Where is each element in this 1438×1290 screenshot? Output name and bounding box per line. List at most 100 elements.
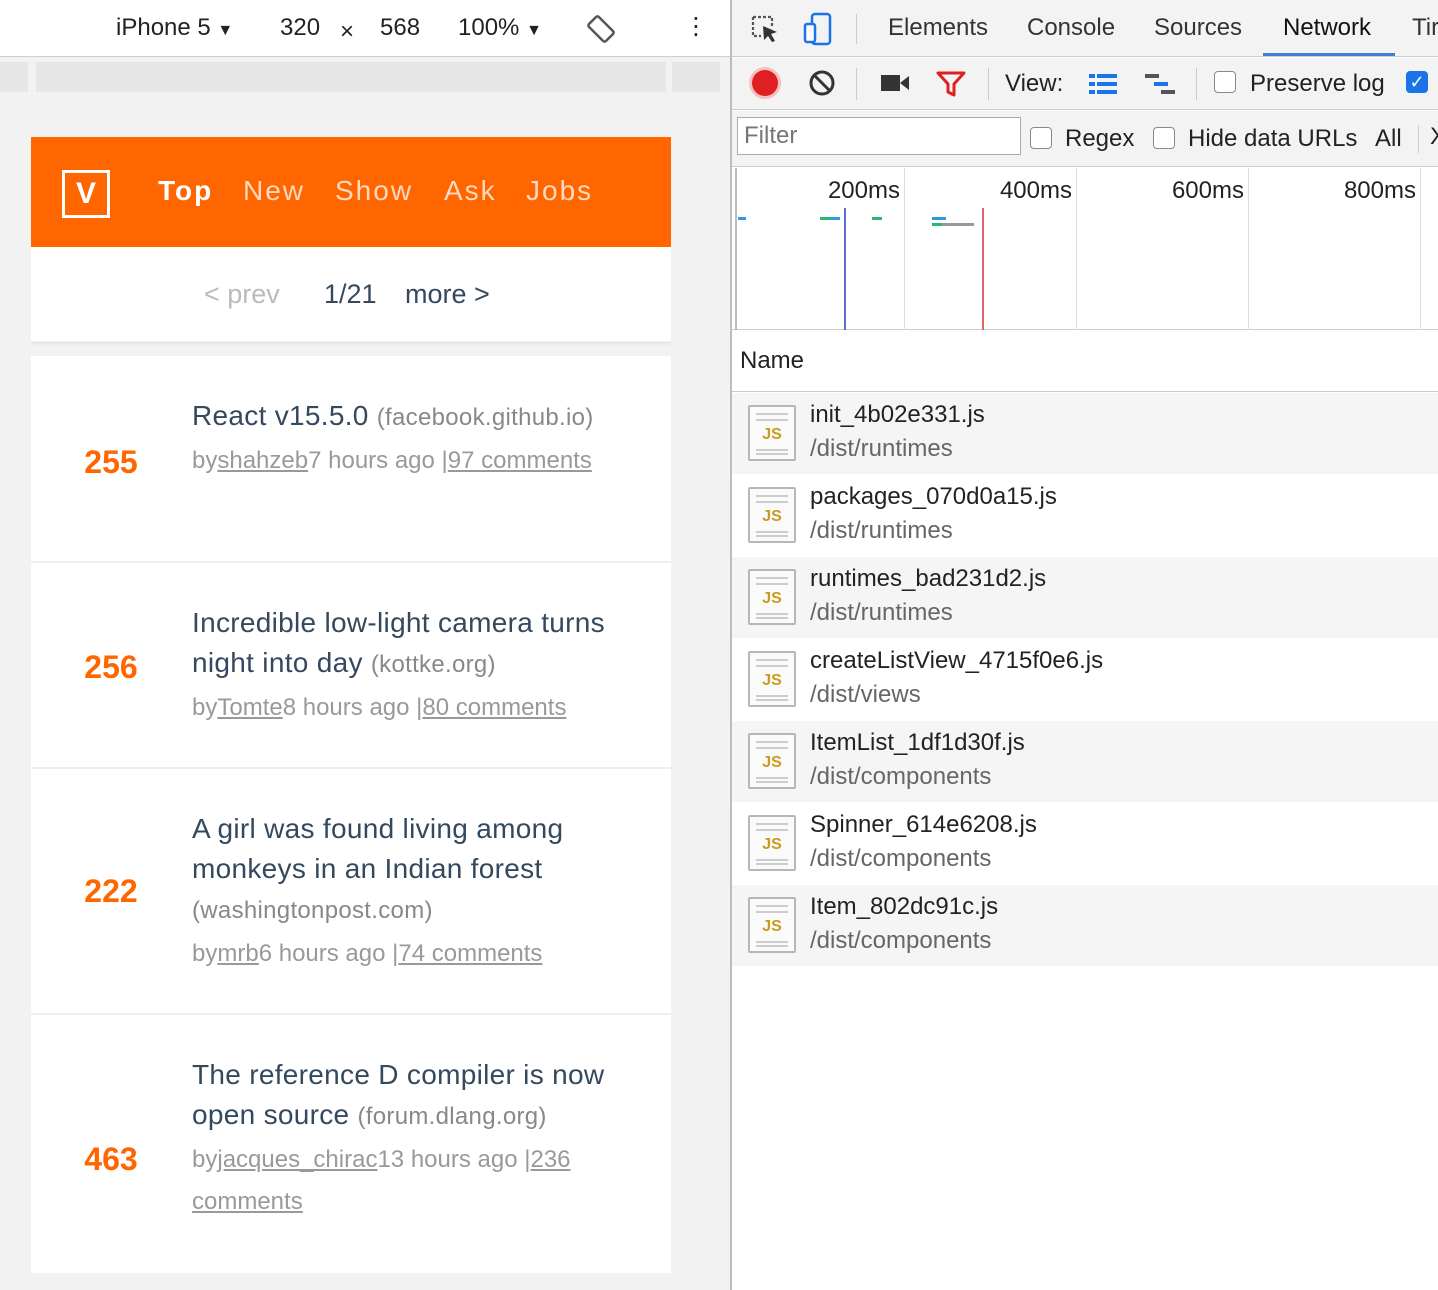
request-name: Item_802dc91c.js	[810, 893, 999, 920]
large-rows-icon[interactable]	[1088, 72, 1118, 103]
item-score: 255	[84, 444, 138, 480]
record-icon[interactable]	[752, 70, 778, 96]
js-file-label: JS	[762, 672, 782, 689]
disable-cache-checkbox[interactable]: ✓	[1406, 71, 1428, 93]
emulated-viewport: V Top New Show Ask Jobs < prev 1/21 more…	[31, 137, 671, 1273]
request-row[interactable]: JS packages_070d0a15.js /dist/runtimes	[732, 475, 1438, 557]
js-file-icon: JS	[748, 405, 796, 461]
item-comments[interactable]: 80 comments	[422, 694, 566, 721]
zoom-select[interactable]: 100% ▼	[458, 14, 542, 42]
dom-content-loaded-marker	[844, 208, 846, 330]
request-row[interactable]: JS init_4b02e331.js /dist/runtimes	[732, 393, 1438, 475]
network-overview-timeline: 200ms 400ms 600ms 800ms	[732, 168, 1438, 330]
prev-link[interactable]: < prev	[204, 279, 280, 310]
item-user[interactable]: jacques_chirac	[217, 1146, 377, 1173]
request-row[interactable]: JS runtimes_bad231d2.js /dist/runtimes	[732, 557, 1438, 639]
nav-show[interactable]: Show	[335, 175, 413, 207]
item-user[interactable]: Tomte	[217, 694, 282, 721]
device-toolbar: iPhone 5 ▼ 320 × 568 100% ▼ ⋮	[0, 0, 730, 57]
device-select[interactable]: iPhone 5 ▼	[116, 14, 233, 42]
tab-timeline[interactable]: Tir	[1412, 14, 1438, 42]
divider	[1418, 125, 1419, 153]
js-file-icon: JS	[748, 569, 796, 625]
request-row[interactable]: JS Spinner_614e6208.js /dist/components	[732, 803, 1438, 885]
item-meta: byshahzeb7 hours ago |97 comments	[192, 440, 622, 482]
site-logo[interactable]: V	[62, 170, 110, 218]
request-row[interactable]: JS Item_802dc91c.js /dist/components	[732, 885, 1438, 967]
timeline-tick-label: 600ms	[1171, 177, 1244, 204]
item-title-line: A girl was found living among monkeys in…	[192, 809, 622, 931]
inspect-element-icon[interactable]	[750, 14, 780, 49]
filter-type-xhr[interactable]: X	[1430, 123, 1438, 151]
preserve-log-checkbox[interactable]	[1214, 71, 1236, 93]
item-user[interactable]: shahzeb	[217, 447, 308, 474]
js-file-icon: JS	[748, 815, 796, 871]
clear-icon[interactable]	[808, 69, 836, 104]
device-toolbar-icon[interactable]	[802, 12, 836, 51]
js-file-label: JS	[762, 590, 782, 607]
hide-data-urls-label: Hide data URLs	[1188, 125, 1358, 152]
tab-sources[interactable]: Sources	[1154, 14, 1242, 42]
item-body: The reference D compiler is now open sou…	[192, 1055, 622, 1223]
item-title[interactable]: React v15.5.0	[192, 400, 369, 431]
height-input[interactable]: 568	[380, 14, 420, 42]
news-item: 255 React v15.5.0 (facebook.github.io) b…	[31, 356, 671, 563]
nav-ask[interactable]: Ask	[444, 175, 497, 207]
tab-console[interactable]: Console	[1027, 14, 1115, 42]
item-user[interactable]: mrb	[217, 940, 258, 967]
device-name: iPhone 5	[116, 14, 211, 41]
item-comments[interactable]: 97 comments	[448, 447, 592, 474]
request-path: /dist/components	[810, 845, 992, 872]
name-column-header[interactable]: Name	[732, 331, 1438, 392]
item-time: 7 hours ago |	[308, 447, 448, 474]
active-tab-indicator	[1263, 53, 1395, 56]
nav-new[interactable]: New	[243, 175, 305, 207]
ruler-segment[interactable]	[36, 62, 666, 92]
ruler-segment[interactable]	[0, 62, 28, 92]
item-host: (facebook.github.io)	[376, 404, 594, 431]
request-row[interactable]: JS createListView_4715f0e6.js /dist/view…	[732, 639, 1438, 721]
item-body: A girl was found living among monkeys in…	[192, 809, 622, 975]
item-host: (kottke.org)	[370, 651, 496, 678]
js-file-icon: JS	[748, 733, 796, 789]
regex-checkbox[interactable]	[1030, 127, 1052, 149]
waterfall-bar	[820, 217, 830, 220]
filter-bar: Regex Hide data URLs All X	[732, 111, 1438, 167]
item-by: by	[192, 940, 218, 967]
width-input[interactable]: 320	[280, 14, 320, 42]
filter-type-all[interactable]: All	[1375, 125, 1402, 153]
view-label: View:	[1005, 70, 1064, 97]
nav-jobs[interactable]: Jobs	[526, 175, 593, 207]
network-toolbar: View: Preserve log ✓	[732, 58, 1438, 110]
filter-funnel-icon[interactable]	[936, 70, 966, 105]
item-comments[interactable]: 74 comments	[398, 940, 542, 967]
more-options-icon[interactable]: ⋮	[684, 12, 708, 41]
js-file-icon: JS	[748, 897, 796, 953]
nav-top[interactable]: Top	[158, 175, 213, 207]
item-host: (washingtonpost.com)	[192, 897, 433, 924]
tab-network[interactable]: Network	[1283, 14, 1371, 42]
request-row[interactable]: JS ItemList_1df1d30f.js /dist/components	[732, 721, 1438, 803]
more-link[interactable]: more >	[405, 279, 490, 310]
tab-elements[interactable]: Elements	[888, 14, 988, 42]
item-score: 463	[84, 1141, 138, 1177]
filter-input[interactable]	[737, 117, 1021, 155]
item-body: Incredible low-light camera turns night …	[192, 603, 622, 729]
item-score: 256	[84, 649, 138, 685]
timeline-start	[735, 168, 737, 330]
request-name: Spinner_614e6208.js	[810, 811, 1037, 838]
hide-data-urls-checkbox[interactable]	[1153, 127, 1175, 149]
request-name: packages_070d0a15.js	[810, 483, 1057, 510]
waterfall-bar	[872, 217, 882, 220]
request-path: /dist/components	[810, 763, 992, 790]
request-path: /dist/runtimes	[810, 599, 953, 626]
waterfall-overview-icon[interactable]	[1144, 72, 1176, 103]
item-title[interactable]: A girl was found living among monkeys in…	[192, 813, 563, 884]
ruler-segment[interactable]	[672, 62, 720, 92]
screenshot-camera-icon[interactable]	[880, 72, 910, 101]
rotate-icon[interactable]	[586, 14, 616, 51]
timeline-gridline	[904, 168, 905, 330]
times-icon: ×	[340, 18, 355, 45]
item-title-line: React v15.5.0 (facebook.github.io)	[192, 396, 622, 438]
load-event-marker	[982, 208, 984, 330]
